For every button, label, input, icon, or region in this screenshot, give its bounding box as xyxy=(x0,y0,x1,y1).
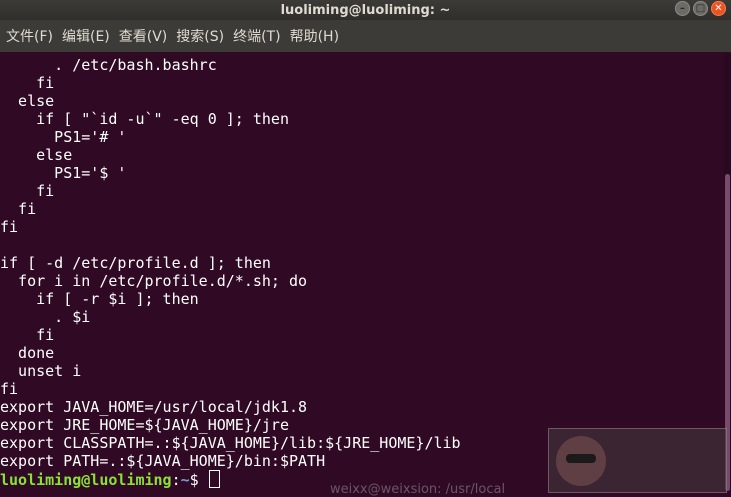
maximize-button[interactable]: □ xyxy=(693,1,708,16)
text-cursor xyxy=(208,470,220,488)
terminal-line: PS1='# ' xyxy=(0,128,127,146)
close-button[interactable]: ✕ xyxy=(711,1,726,16)
sunglasses-icon xyxy=(566,454,596,463)
terminal-line: unset i xyxy=(0,362,82,380)
menu-search[interactable]: 搜索(S) xyxy=(173,26,230,46)
terminal-output[interactable]: . /etc/bash.bashrc fi else if [ "`id -u`… xyxy=(0,54,724,491)
menu-file[interactable]: 文件(F) xyxy=(3,26,59,46)
terminal-line: . /etc/bash.bashrc xyxy=(0,56,217,74)
menu-view[interactable]: 查看(V) xyxy=(116,26,174,46)
prompt-colon: : xyxy=(171,471,181,489)
terminal-line: if [ -d /etc/profile.d ]; then xyxy=(0,254,271,272)
terminal-line: else xyxy=(0,146,73,164)
terminal-line: export PATH=.:${JAVA_HOME}/bin:$PATH xyxy=(0,452,326,470)
terminal-line: export JAVA_HOME=/usr/local/jdk1.8 xyxy=(0,398,308,416)
menu-terminal[interactable]: 终端(T) xyxy=(230,26,286,46)
terminal-line: fi xyxy=(0,182,55,200)
terminal-line: fi xyxy=(0,326,55,344)
terminal-line: for i in /etc/profile.d/*.sh; do xyxy=(0,272,308,290)
scrollbar[interactable] xyxy=(724,54,731,491)
terminal-line: done xyxy=(0,344,55,362)
terminal-line: PS1='$ ' xyxy=(0,164,127,182)
background-window-title: weixx@weixsion: /usr/local xyxy=(330,482,506,497)
window-controls: – □ ✕ xyxy=(675,1,726,16)
terminal-line: else xyxy=(0,92,55,110)
window-title: luoliming@luoliming: ~ xyxy=(280,2,451,18)
terminal-line: export CLASSPATH=.:${JAVA_HOME}/lib:${JR… xyxy=(0,434,461,452)
terminal-line: fi xyxy=(0,218,19,236)
terminal-line: fi xyxy=(0,380,19,398)
prompt-symbol: $ xyxy=(189,471,208,489)
terminal-line: if [ "`id -u`" -eq 0 ]; then xyxy=(0,110,289,128)
terminal-line: export JRE_HOME=${JAVA_HOME}/jre xyxy=(0,416,289,434)
minimize-button[interactable]: – xyxy=(675,1,690,16)
terminal-line: fi xyxy=(0,200,37,218)
prompt-user-host: luoliming@luoliming xyxy=(0,471,172,489)
terminal-line: fi xyxy=(0,74,55,92)
title-bar[interactable]: luoliming@luoliming: ~ – □ ✕ xyxy=(0,0,731,20)
menu-help[interactable]: 帮助(H) xyxy=(287,26,345,46)
prompt-path: ~ xyxy=(180,471,190,489)
terminal-line: . $i xyxy=(0,308,91,326)
shell-prompt[interactable]: luoliming@luoliming:~$ xyxy=(0,470,220,489)
menu-bar: 文件(F) 编辑(E) 查看(V) 搜索(S) 终端(T) 帮助(H) xyxy=(0,20,731,52)
menu-edit[interactable]: 编辑(E) xyxy=(59,26,116,46)
terminal-line: if [ -r $i ]; then xyxy=(0,290,199,308)
